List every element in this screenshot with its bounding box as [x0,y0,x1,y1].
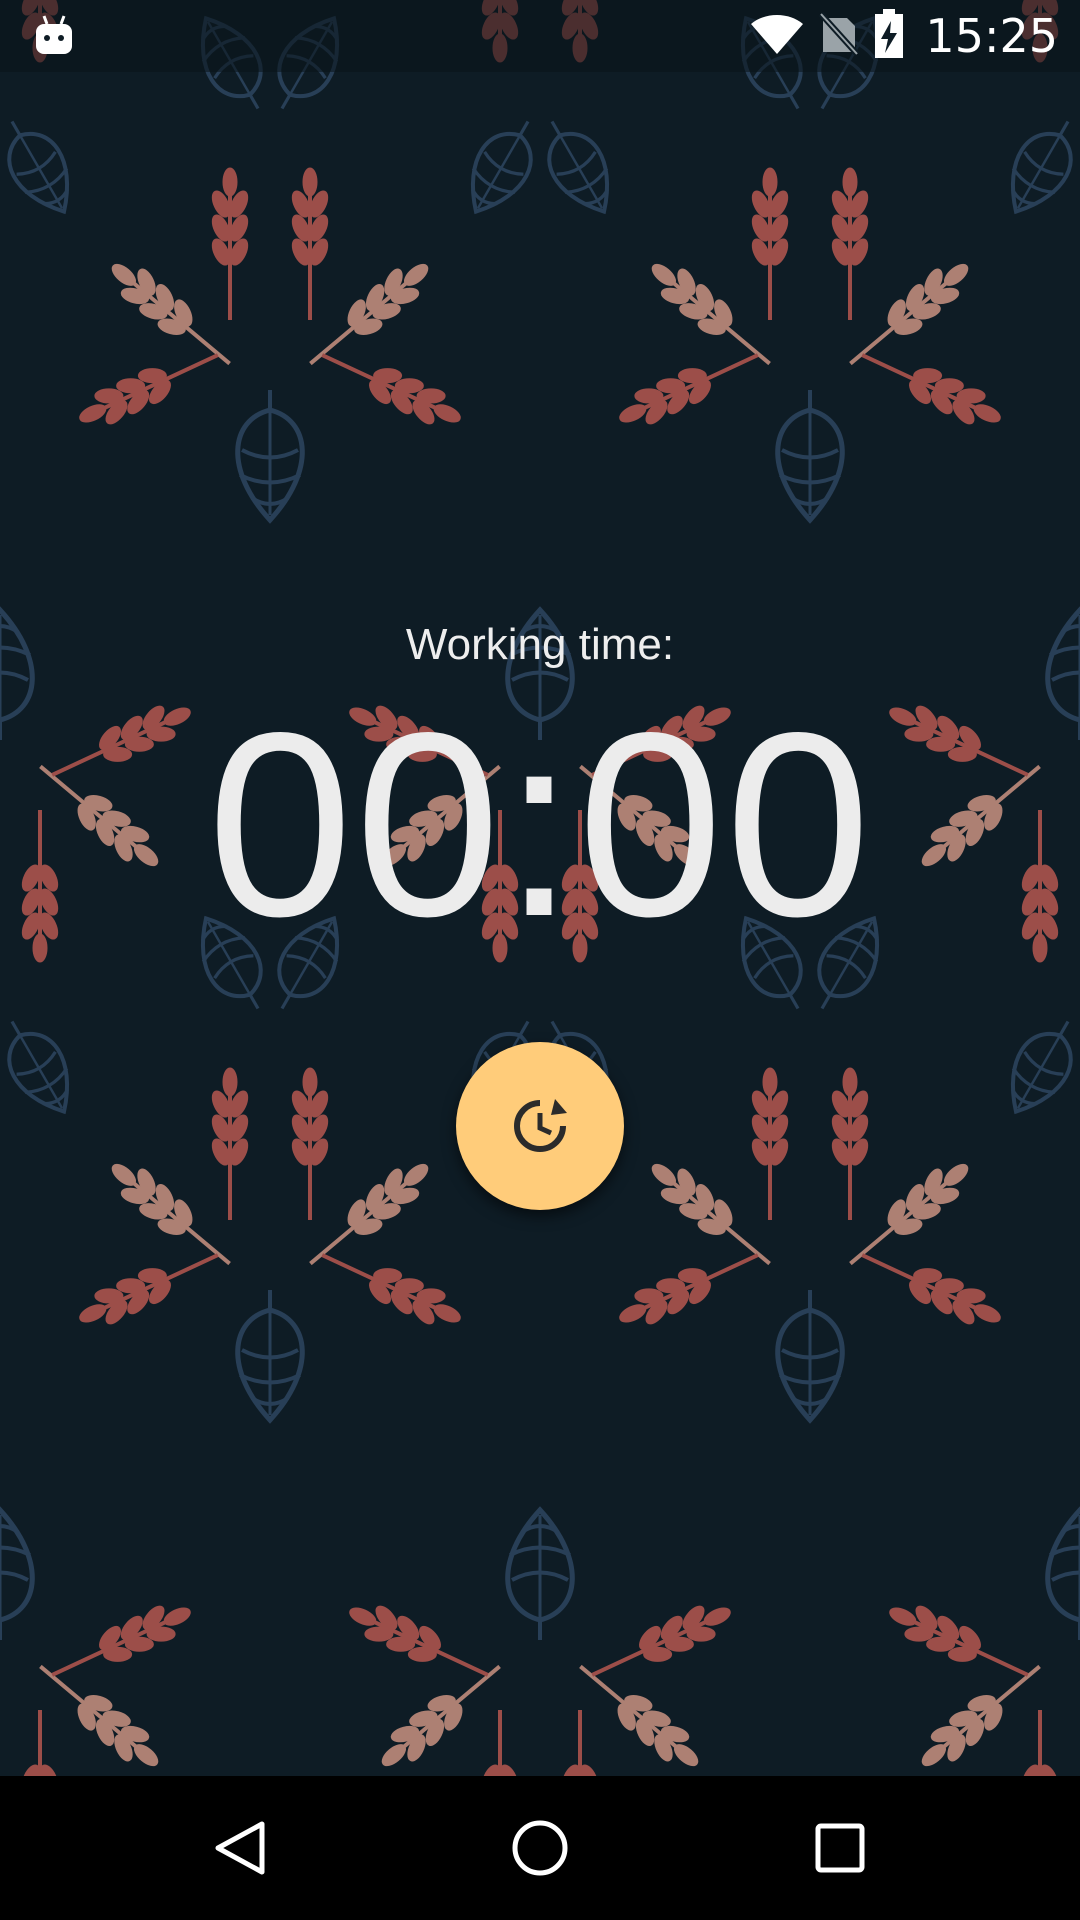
timer-display: 00:00 [207,678,873,971]
timer-panel: Working time: 00:00 [0,0,1080,1776]
recents-button[interactable] [804,1812,876,1884]
app-screen: 15:25 Working time: 00:00 [0,0,1080,1920]
home-button[interactable] [504,1812,576,1884]
back-button[interactable] [204,1812,276,1884]
back-icon [215,1821,265,1875]
navigation-bar [0,1776,1080,1920]
recents-icon [815,1823,865,1873]
working-time-label: Working time: [405,620,675,669]
home-icon [512,1820,568,1876]
timer-restart-icon [514,1099,567,1152]
reset-timer-button[interactable] [456,1042,624,1210]
